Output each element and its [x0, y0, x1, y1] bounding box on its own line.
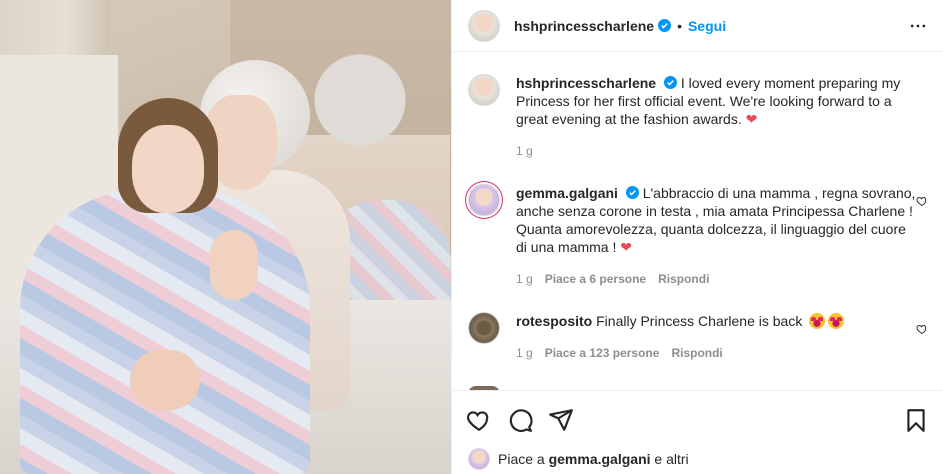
red-heart-emoji: ❤	[620, 239, 632, 255]
comment-timestamp[interactable]: 1 g	[516, 344, 533, 362]
likes-summary: Piace a gemma.galgani e altri	[468, 448, 689, 470]
comment-body: gemma.galgani L'abbraccio di una mamma ,…	[516, 184, 916, 288]
comments-list[interactable]: hshprincesscharlene I loved every moment…	[452, 52, 943, 390]
action-bar	[452, 390, 943, 450]
like-comment-heart-icon[interactable]	[916, 194, 928, 207]
caption-body: hshprincesscharlene I loved every moment…	[516, 74, 916, 160]
author-avatar[interactable]	[468, 9, 500, 42]
comment-text: Finally Princess Charlene is back	[596, 313, 803, 329]
author-avatar[interactable]	[468, 74, 500, 106]
bookmark-icon[interactable]	[903, 407, 931, 435]
photo-child-arm	[210, 230, 258, 300]
reply-button[interactable]: Rispondi	[671, 344, 722, 362]
comment-meta: 1 g Piace a 123 persone Rispondi	[516, 344, 916, 362]
instagram-post-view: hshprincesscharlene • Segui hshprincessc…	[0, 0, 943, 474]
photo-child-face	[132, 125, 204, 213]
comment-item: rotesposito Finally Princess Charlene is…	[468, 312, 928, 362]
comment-meta: 1 g Piace a 6 persone Rispondi	[516, 270, 916, 288]
likes-user-link[interactable]: gemma.galgani	[549, 451, 651, 467]
caption-meta: 1 g	[516, 142, 916, 160]
comment-icon[interactable]	[507, 407, 535, 435]
comment-body: rotesposito Finally Princess Charlene is…	[516, 312, 916, 362]
header-separator: •	[677, 17, 682, 34]
heart-icon[interactable]	[466, 407, 494, 435]
like-comment-heart-icon[interactable]	[916, 322, 928, 335]
photo-woman-hand	[130, 350, 200, 410]
comment-item: gemma.galgani L'abbraccio di una mamma ,…	[468, 184, 928, 288]
likes-prefix: Piace a	[498, 451, 545, 467]
reply-button[interactable]: Rispondi	[658, 270, 709, 288]
post-side-panel: hshprincesscharlene • Segui hshprincessc…	[451, 0, 943, 474]
red-heart-emoji: ❤	[745, 111, 758, 127]
post-photo[interactable]	[0, 0, 451, 474]
post-header: hshprincesscharlene • Segui	[452, 0, 943, 52]
author-username[interactable]: hshprincesscharlene	[514, 18, 654, 34]
liker-avatar[interactable]	[468, 448, 490, 470]
commenter-avatar[interactable]	[468, 184, 500, 216]
verified-badge-icon	[663, 76, 677, 89]
photo-child-dress	[20, 190, 310, 474]
verified-badge-icon	[658, 19, 672, 32]
comment-likes-count[interactable]: Piace a 123 persone	[545, 344, 660, 362]
share-icon[interactable]	[548, 407, 576, 435]
more-options-icon[interactable]	[906, 14, 930, 38]
verified-badge-icon	[625, 186, 639, 199]
heart-eyes-emoji	[809, 313, 826, 329]
caption-username[interactable]: hshprincesscharlene	[516, 75, 656, 91]
post-caption: hshprincesscharlene I loved every moment…	[468, 74, 928, 160]
comment-username[interactable]: gemma.galgani	[516, 185, 618, 201]
comment-username[interactable]: rotesposito	[516, 313, 592, 329]
commenter-avatar[interactable]	[468, 312, 500, 344]
comment-likes-count[interactable]: Piace a 6 persone	[545, 270, 646, 288]
heart-eyes-emoji	[828, 313, 845, 329]
caption-timestamp[interactable]: 1 g	[516, 142, 533, 160]
likes-others-link[interactable]: e altri	[654, 451, 688, 467]
comment-timestamp[interactable]: 1 g	[516, 270, 533, 288]
follow-button[interactable]: Segui	[688, 18, 726, 34]
